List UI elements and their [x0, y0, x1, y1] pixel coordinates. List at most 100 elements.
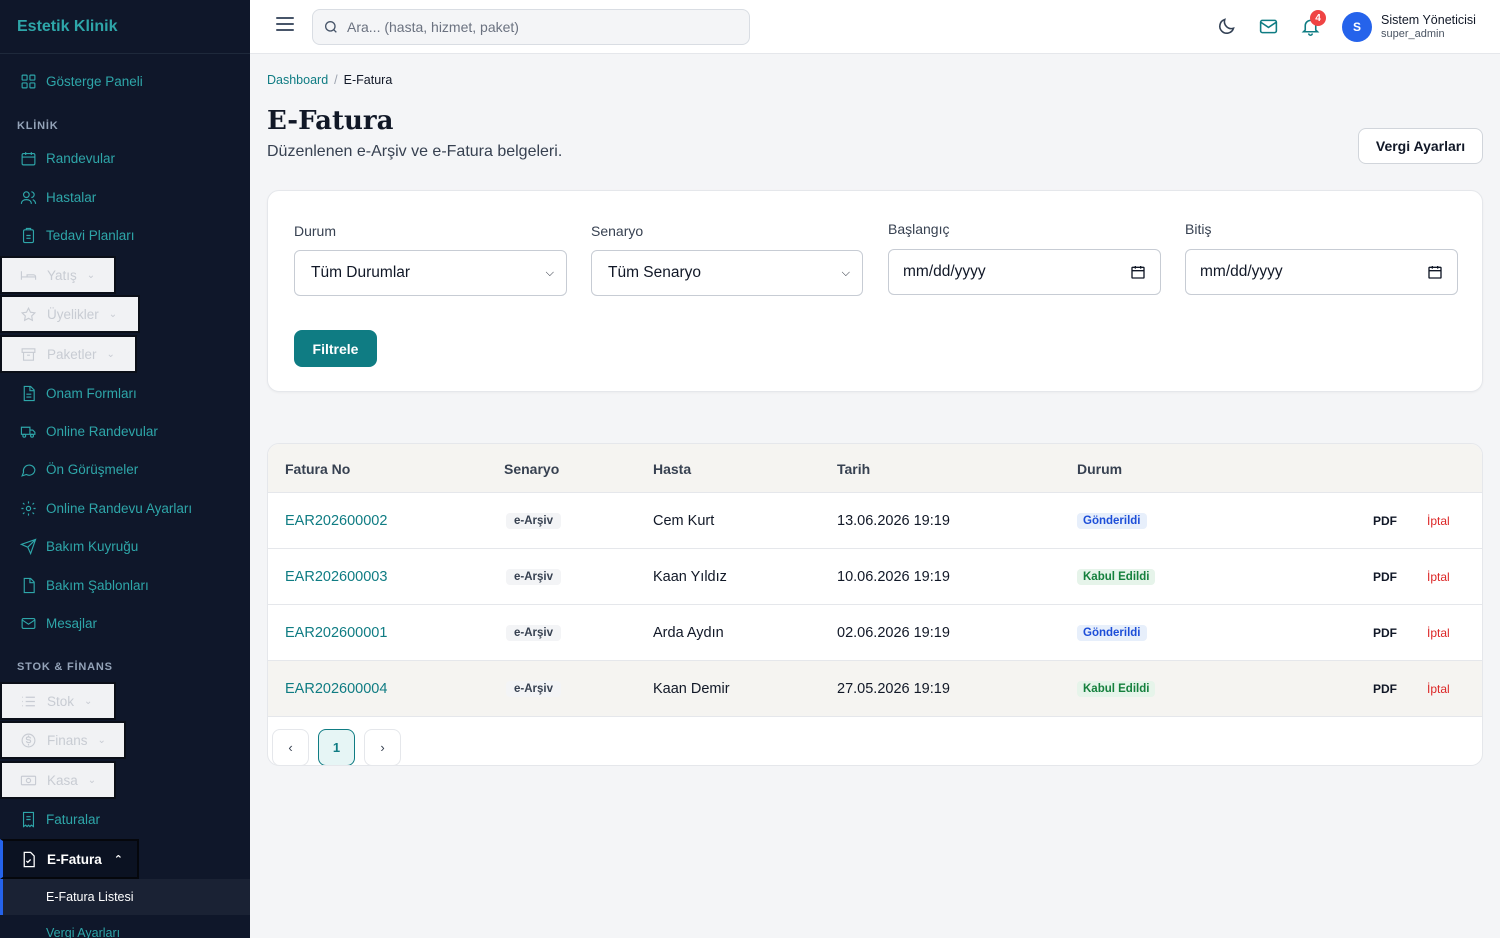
chevron-down-icon: ⌵ [841, 266, 850, 279]
sidebar-subitem-einvoice-list[interactable]: E-Fatura Listesi [0, 879, 250, 915]
cancel-button[interactable]: İptal [1427, 682, 1450, 696]
chevron-down-icon: ⌄ [97, 734, 106, 746]
pagination-next-button[interactable]: › [364, 729, 401, 765]
sidebar-group-finance[interactable]: Finans ⌄ [0, 721, 126, 759]
scenario-badge: e-Arşiv [506, 513, 561, 529]
sidebar-item-invoices[interactable]: Faturalar [0, 800, 100, 838]
bed-icon [20, 266, 38, 284]
breadcrumb-current: E-Fatura [343, 73, 393, 87]
pdf-button[interactable]: PDF [1373, 570, 1397, 584]
cancel-button[interactable]: İptal [1427, 570, 1450, 584]
sidebar-item-label: Ön Görüşmeler [46, 461, 139, 477]
sidebar-item-label: Gösterge Paneli [46, 73, 143, 89]
column-header-status[interactable]: Durum [1077, 461, 1122, 477]
breadcrumb: Dashboard / E-Fatura [267, 73, 392, 87]
calendar-icon[interactable] [1130, 264, 1146, 280]
sidebar-item-messages[interactable]: Mesajlar [0, 604, 97, 642]
sidebar-group-einvoice[interactable]: E-Fatura ⌃ [0, 839, 139, 879]
search-box[interactable] [312, 9, 750, 45]
start-date-value: mm/dd/yyyy [903, 263, 986, 280]
scenario-filter-label: Senaryo [591, 223, 644, 239]
mail-icon[interactable] [1258, 16, 1280, 38]
avatar[interactable]: S [1342, 12, 1372, 42]
invoice-no-link[interactable]: EAR202600003 [285, 569, 387, 585]
column-header-patient[interactable]: Hasta [653, 461, 691, 477]
pagination-page-button[interactable]: 1 [318, 729, 355, 765]
table-row[interactable]: EAR202600003 e-Arşiv Kaan Yıldız 10.06.2… [268, 549, 1482, 605]
sidebar-item-label: Tedavi Planları [46, 227, 135, 243]
cancel-button[interactable]: İptal [1427, 514, 1450, 528]
status-select[interactable]: Tüm Durumlar ⌵ [294, 250, 567, 296]
sidebar-subitem-tax-settings[interactable]: Vergi Ayarları [0, 915, 250, 938]
end-date-input[interactable]: mm/dd/yyyy [1185, 249, 1458, 295]
page-subtitle: Düzenlenen e-Arşiv ve e-Fatura belgeleri… [267, 143, 563, 160]
column-header-date[interactable]: Tarih [837, 461, 870, 477]
scenario-select-value: Tüm Senaryo [608, 264, 702, 281]
sidebar-item-dashboard[interactable]: Gösterge Paneli [0, 62, 143, 100]
pdf-button[interactable]: PDF [1373, 514, 1397, 528]
sidebar-group-inpatient[interactable]: Yatış ⌄ [0, 256, 116, 294]
column-header-scenario[interactable]: Senaryo [504, 461, 559, 477]
patient-name: Cem Kurt [653, 513, 715, 529]
status-select-value: Tüm Durumlar [311, 264, 411, 281]
invoice-no-link[interactable]: EAR202600001 [285, 625, 387, 641]
patient-name: Kaan Demir [653, 681, 730, 697]
tax-settings-button[interactable]: Vergi Ayarları [1358, 128, 1483, 164]
sidebar-item-patients[interactable]: Hastalar [0, 178, 96, 216]
column-header-invoice-no[interactable]: Fatura No [285, 461, 350, 477]
sidebar-group-cash[interactable]: Kasa ⌄ [0, 761, 116, 799]
pdf-button[interactable]: PDF [1373, 626, 1397, 640]
status-filter-label: Durum [294, 223, 337, 239]
sidebar-item-care-templates[interactable]: Bakım Şablonları [0, 566, 149, 604]
sidebar-item-care-queue[interactable]: Bakım Kuyruğu [0, 527, 138, 565]
search-input[interactable] [347, 19, 727, 35]
hamburger-menu-icon[interactable] [276, 17, 294, 37]
invoice-no-link[interactable]: EAR202600002 [285, 513, 387, 529]
calendar-icon [19, 149, 37, 167]
sidebar-group-packages[interactable]: Paketler ⌄ [0, 335, 137, 373]
end-date-value: mm/dd/yyyy [1200, 263, 1283, 280]
archive-icon [20, 345, 38, 363]
sidebar-group-label: E-Fatura [47, 851, 102, 867]
sidebar-item-online-appointments[interactable]: Online Randevular [0, 412, 158, 450]
scenario-badge: e-Arşiv [506, 569, 561, 585]
sidebar-item-treatment-plans[interactable]: Tedavi Planları [0, 216, 135, 254]
page-title: E-Fatura [267, 106, 394, 136]
table-row[interactable]: EAR202600004 e-Arşiv Kaan Demir 27.05.20… [268, 661, 1482, 717]
calendar-icon[interactable] [1427, 264, 1443, 280]
receipt-icon [19, 810, 37, 828]
table-row[interactable]: EAR202600001 e-Arşiv Arda Aydın 02.06.20… [268, 605, 1482, 661]
moon-icon[interactable] [1216, 16, 1238, 38]
sidebar-section-stock: STOK & FİNANS [17, 661, 113, 673]
status-badge: Gönderildi [1077, 625, 1147, 641]
file-template-icon [19, 576, 37, 594]
sidebar-item-label: Bakım Kuyruğu [46, 538, 139, 554]
pagination-prev-button[interactable]: ‹ [272, 729, 309, 765]
table-row[interactable]: EAR202600002 e-Arşiv Cem Kurt 13.06.2026… [268, 493, 1482, 549]
start-date-label: Başlangıç [888, 221, 950, 237]
sidebar-group-memberships[interactable]: Üyelikler ⌄ [0, 295, 140, 333]
user-name[interactable]: Sistem Yöneticisi [1381, 13, 1476, 27]
sidebar-item-online-settings[interactable]: Online Randevu Ayarları [0, 489, 192, 527]
cancel-button[interactable]: İptal [1427, 626, 1450, 640]
sidebar-item-consent-forms[interactable]: Onam Formları [0, 374, 137, 412]
invoice-date: 10.06.2026 19:19 [837, 569, 950, 585]
scenario-badge: e-Arşiv [506, 625, 561, 641]
filter-button[interactable]: Filtrele [294, 330, 377, 367]
invoice-no-link[interactable]: EAR202600004 [285, 681, 387, 697]
chevron-down-icon: ⌄ [108, 308, 118, 320]
sidebar-item-label: Online Randevular [46, 423, 158, 439]
sidebar-group-label: Paketler [47, 346, 97, 362]
sidebar-item-pre-meetings[interactable]: Ön Görüşmeler [0, 450, 138, 488]
sidebar-group-stock[interactable]: Stok ⌄ [0, 682, 116, 720]
patient-name: Arda Aydın [653, 625, 724, 641]
sidebar-item-appointments[interactable]: Randevular [0, 139, 115, 177]
breadcrumb-dashboard-link[interactable]: Dashboard [267, 73, 328, 87]
pdf-button[interactable]: PDF [1373, 682, 1397, 696]
start-date-input[interactable]: mm/dd/yyyy [888, 249, 1161, 295]
grid-icon [19, 72, 37, 90]
scenario-select[interactable]: Tüm Senaryo ⌵ [591, 250, 863, 296]
sidebar-group-label: Stok [47, 693, 75, 709]
invoice-date: 13.06.2026 19:19 [837, 513, 950, 529]
brand-logo[interactable]: Estetik Klinik [0, 0, 250, 54]
